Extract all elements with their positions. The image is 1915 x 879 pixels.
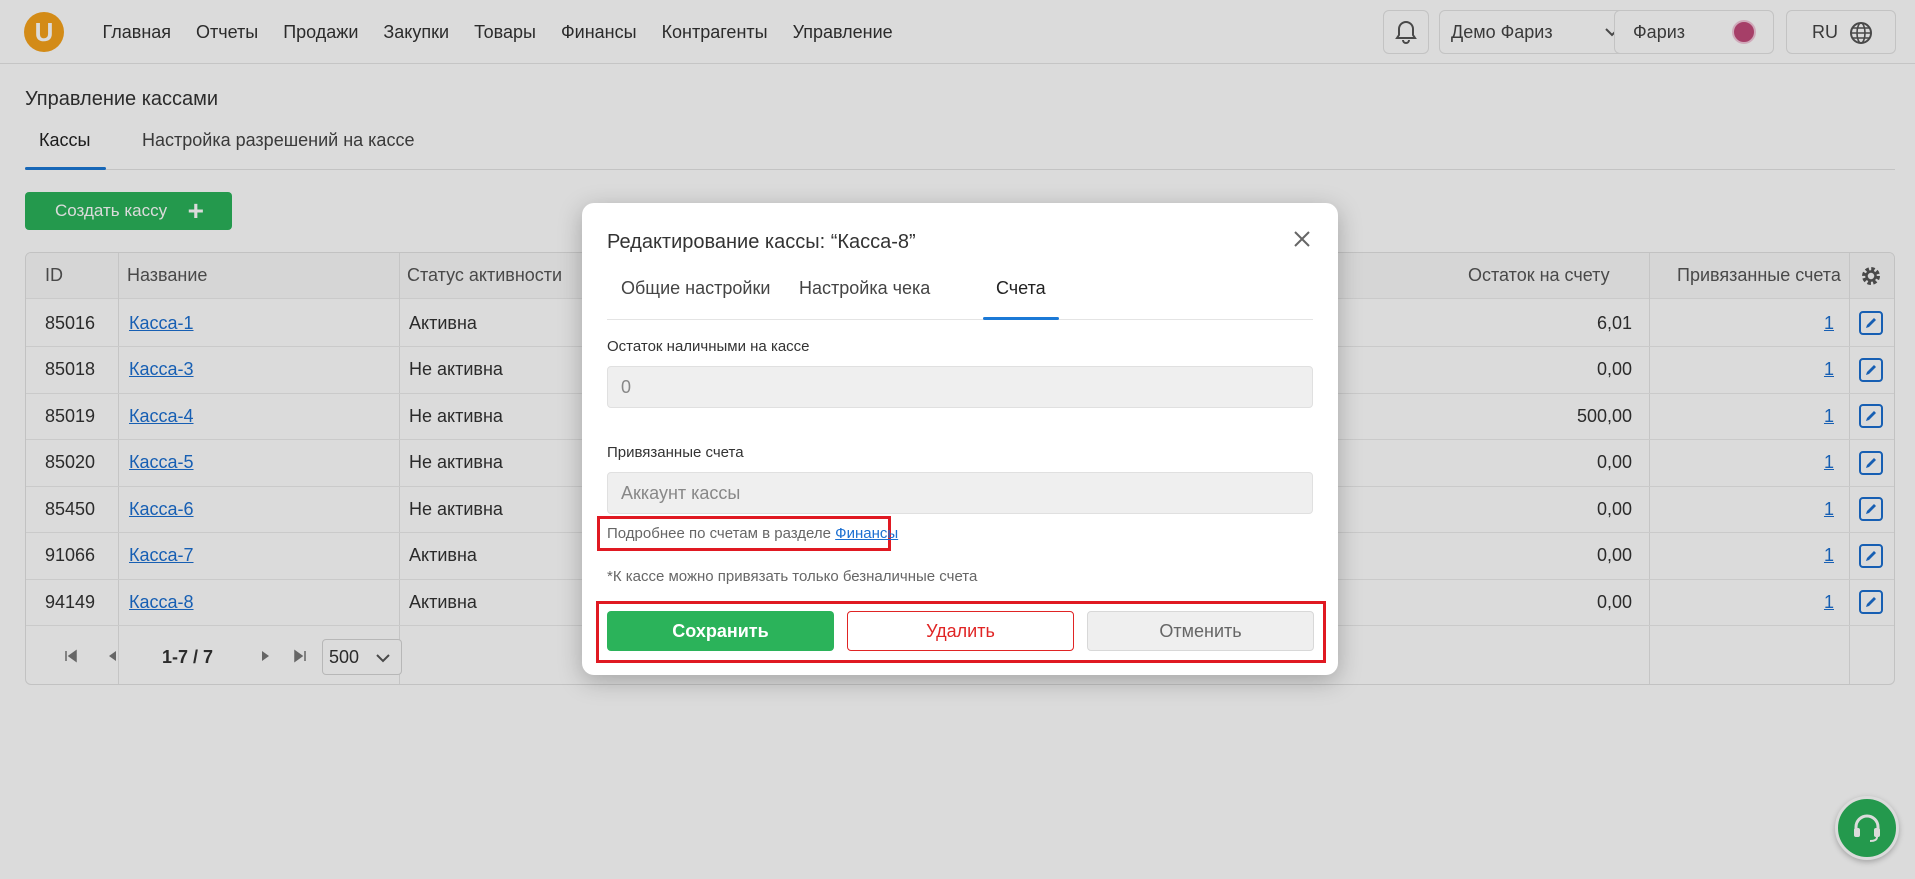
finance-hint-text: Подробнее по счетам в разделе	[607, 525, 836, 542]
close-icon[interactable]	[1292, 229, 1312, 249]
cancel-button[interactable]: Отменить	[1087, 611, 1314, 651]
cash-balance-label: Остаток наличными на кассе	[607, 338, 810, 355]
modal-tab-accounts[interactable]: Счета	[996, 278, 1046, 299]
linked-accounts-label: Привязанные счета	[607, 444, 744, 461]
active-tab-indicator	[983, 317, 1059, 320]
finance-hint: Подробнее по счетам в разделе Финансы	[607, 525, 898, 542]
finance-link[interactable]: Финансы	[835, 525, 898, 542]
save-button[interactable]: Сохранить	[607, 611, 834, 651]
modal-tabs: Общие настройки Настройка чека Счета	[607, 263, 1313, 320]
edit-cash-register-modal: Редактирование кассы: “Касса-8” Общие на…	[582, 203, 1338, 675]
modal-title: Редактирование кассы: “Касса-8”	[607, 231, 916, 253]
delete-button[interactable]: Удалить	[847, 611, 1074, 651]
accounts-note: *К кассе можно привязать только безналич…	[607, 568, 978, 585]
modal-tab-receipt[interactable]: Настройка чека	[799, 278, 930, 299]
modal-tab-general[interactable]: Общие настройки	[621, 278, 770, 299]
cash-balance-field: 0	[607, 366, 1313, 408]
linked-accounts-field[interactable]: Аккаунт кассы	[607, 472, 1313, 514]
